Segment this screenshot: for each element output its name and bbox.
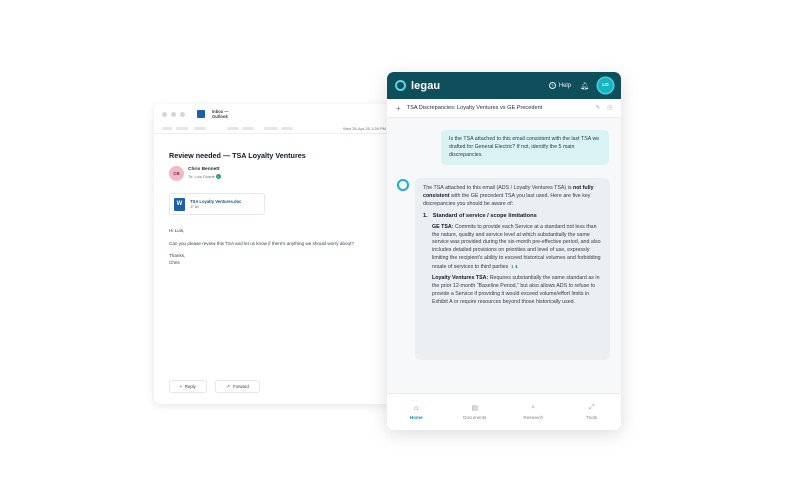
legau-brand: legau: [411, 79, 441, 92]
app-title-line-2: Outlook: [212, 114, 228, 119]
nav-documents[interactable]: ▤ Documents: [450, 404, 500, 420]
conversation-title: TSA Discrepancies: Loyalty Ventures vs G…: [406, 105, 543, 111]
toolbar-placeholder[interactable]: [264, 127, 278, 130]
toolbar-placeholder[interactable]: [227, 127, 239, 130]
lv-tsa-paragraph: Loyalty Ventures TSA: Requires substanti…: [432, 275, 602, 307]
user-avatar[interactable]: LD: [598, 78, 613, 93]
nav-label: Tools: [586, 415, 598, 420]
bottom-nav: ⌂ Home ▤ Documents ⌕ Research ⤢ Tools: [387, 393, 621, 430]
new-conversation-plus-icon[interactable]: +: [396, 104, 401, 113]
outlook-window: Inbox — Outlook Wed 28-Apr-20 1:26 PM Re…: [154, 104, 392, 404]
ge-tsa-paragraph: GE TSA: Commits to provide each Service …: [432, 224, 602, 272]
legau-header: legau ? Help 🔔︎ LD: [387, 72, 621, 99]
reply-button[interactable]: • Reply: [169, 380, 207, 393]
window-minimize-dot[interactable]: [171, 111, 176, 117]
forward-icon: ↗: [225, 383, 230, 390]
toolbar-placeholder[interactable]: [194, 127, 206, 130]
assistant-message-bubble: The TSA attached to this email (ADS / Lo…: [415, 178, 610, 360]
document-icon: ▤: [471, 405, 479, 412]
attachment-meta: TSA Loyalty Ventures.doc 37 kB: [190, 199, 242, 209]
recipient-line: To: Luis Duarte ✓: [188, 174, 221, 179]
window-close-dot[interactable]: [162, 111, 167, 117]
legau-logo-icon: [395, 80, 406, 91]
tools-icon: ⤢: [588, 404, 595, 411]
attachment-size: 37 kB: [190, 205, 199, 209]
edit-pencil-icon[interactable]: ✎: [596, 105, 601, 111]
reply-label: Reply: [184, 384, 196, 389]
ge-tsa-label: GE TSA:: [432, 223, 454, 230]
nav-label: Research: [523, 415, 544, 420]
assistant-avatar-icon: [397, 179, 409, 191]
window-zoom-dot[interactable]: [180, 111, 185, 117]
conversation-bar: + TSA Discrepancies: Loyalty Ventures vs…: [387, 99, 621, 118]
discrepancy-title: Standard of service / scope limitations: [432, 212, 537, 219]
toolbar-placeholder[interactable]: [242, 127, 254, 130]
email-subject: Review needed — TSA Loyalty Ventures: [169, 151, 306, 160]
outlook-app-icon: [197, 110, 205, 118]
email-text: Can you please review this TSA and let u…: [169, 240, 354, 246]
bell-icon[interactable]: 🔔︎: [580, 82, 589, 90]
sender-name[interactable]: Chris Bennett: [188, 167, 219, 172]
intro-text-1: The TSA attached to this email (ADS / Lo…: [423, 185, 573, 191]
attachment-name: TSA Loyalty Ventures.doc: [190, 199, 242, 204]
discrepancy-number: 1.: [423, 212, 428, 219]
header-actions: ? Help 🔔︎ LD: [548, 78, 613, 93]
word-doc-icon: W: [174, 197, 185, 211]
sender-avatar: CB: [169, 166, 184, 181]
recipient-text: To: Luis Duarte: [188, 174, 215, 179]
email-body: Hi Luis, Can you please review this TSA …: [169, 228, 377, 266]
email-greeting: Hi Luis,: [169, 228, 185, 233]
discrepancy-heading: 1. Standard of service / scope limitation…: [423, 213, 602, 221]
toolbar-placeholder[interactable]: [281, 127, 293, 130]
outlook-toolbar: Wed 28-Apr-20 1:26 PM: [154, 124, 392, 134]
help-button[interactable]: ? Help: [548, 82, 572, 89]
lv-tsa-label: Loyalty Ventures TSA:: [432, 275, 489, 282]
email-actions: • Reply ↗ Forward: [169, 380, 260, 393]
legau-panel: legau ? Help 🔔︎ LD + TSA Discrepancies: …: [387, 72, 621, 430]
email-signature: Chris: [169, 259, 180, 265]
conversation-tools: ✎ ◷: [596, 105, 612, 111]
forward-button[interactable]: ↗ Forward: [214, 380, 260, 393]
citation-badge[interactable]: 1 ⬇: [511, 263, 518, 271]
forward-label: Forward: [232, 384, 249, 389]
home-icon: ⌂: [414, 404, 419, 412]
toolbar-placeholder[interactable]: [162, 127, 172, 130]
outlook-app-title: Inbox — Outlook: [212, 109, 229, 119]
email-date: Wed 28-Apr-20 1:26 PM: [342, 126, 386, 131]
nav-research[interactable]: ⌕ Research: [508, 404, 558, 420]
nav-tools[interactable]: ⤢ Tools: [567, 404, 617, 420]
nav-home[interactable]: ⌂ Home: [391, 405, 441, 420]
verified-check-icon: ✓: [215, 174, 221, 179]
help-label: Help: [558, 82, 572, 89]
search-icon: ⌕: [531, 404, 536, 411]
assistant-intro: The TSA attached to this email (ADS / Lo…: [423, 185, 602, 209]
outlook-titlebar: Inbox — Outlook: [154, 104, 392, 124]
reply-icon: •: [180, 383, 182, 390]
nav-label: Home: [409, 414, 423, 420]
nav-label: Documents: [463, 415, 487, 420]
user-message-bubble: Is the TSA attached to this email consis…: [441, 130, 609, 166]
toolbar-placeholder[interactable]: [176, 127, 188, 130]
help-icon: ?: [548, 82, 556, 89]
attachment-card[interactable]: W TSA Loyalty Ventures.doc 37 kB: [169, 193, 265, 215]
history-clock-icon[interactable]: ◷: [607, 105, 612, 111]
